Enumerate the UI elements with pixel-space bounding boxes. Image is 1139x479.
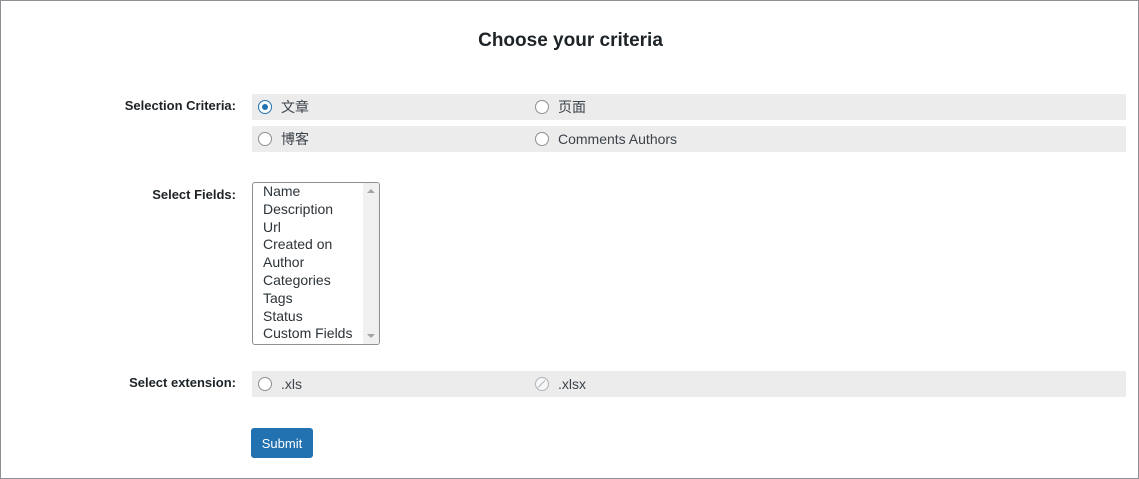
page-title: Choose your criteria xyxy=(478,30,663,51)
criteria-option-comments-authors[interactable]: Comments Authors xyxy=(535,126,677,152)
select-fields-label: Select Fields: xyxy=(152,187,236,202)
criteria-option-posts[interactable]: 文章 xyxy=(258,94,309,120)
field-option[interactable]: Status xyxy=(263,308,352,326)
criteria-option-blogs[interactable]: 博客 xyxy=(258,126,309,152)
fields-listbox[interactable]: Name Description Url Created on Author C… xyxy=(252,182,380,345)
field-option[interactable]: Description xyxy=(263,201,352,219)
scroll-up-arrow-icon[interactable] xyxy=(367,189,375,193)
extension-option-label: .xls xyxy=(281,376,302,392)
criteria-option-label: 博客 xyxy=(281,131,309,147)
radio-icon[interactable] xyxy=(535,132,549,146)
radio-disabled-icon xyxy=(535,377,549,391)
radio-selected-icon[interactable] xyxy=(258,100,272,114)
extension-option-label: .xlsx xyxy=(558,376,586,392)
listbox-scrollbar[interactable] xyxy=(363,183,379,344)
field-option[interactable]: Custom Fields xyxy=(263,325,352,343)
radio-icon[interactable] xyxy=(258,377,272,391)
page-frame: Choose your criteria Selection Criteria:… xyxy=(0,0,1139,479)
field-option[interactable]: Name xyxy=(263,183,352,201)
field-option[interactable]: Created on xyxy=(263,236,352,254)
field-option[interactable]: Url xyxy=(263,219,352,237)
extension-option-xls[interactable]: .xls xyxy=(258,371,302,397)
field-option[interactable]: Categories xyxy=(263,272,352,290)
criteria-option-pages[interactable]: 页面 xyxy=(535,94,586,120)
criteria-option-label: 页面 xyxy=(558,99,586,115)
radio-icon[interactable] xyxy=(258,132,272,146)
criteria-option-label: Comments Authors xyxy=(558,131,678,147)
field-option[interactable]: Author xyxy=(263,254,352,272)
criteria-option-label: 文章 xyxy=(281,99,309,115)
scroll-down-arrow-icon[interactable] xyxy=(367,334,375,338)
field-option[interactable]: Tags xyxy=(263,290,352,308)
scrollbar-thumb[interactable] xyxy=(365,201,377,325)
extension-option-xlsx[interactable]: .xlsx xyxy=(535,371,586,397)
selection-criteria-row-2: 博客 Comments Authors xyxy=(252,126,1126,152)
select-extension-row: .xls .xlsx xyxy=(252,371,1126,397)
selection-criteria-label: Selection Criteria: xyxy=(124,98,236,113)
submit-button[interactable]: Submit xyxy=(251,428,313,458)
select-extension-label: Select extension: xyxy=(129,375,236,390)
selection-criteria-row-1: 文章 页面 xyxy=(252,94,1126,120)
radio-icon[interactable] xyxy=(535,100,549,114)
